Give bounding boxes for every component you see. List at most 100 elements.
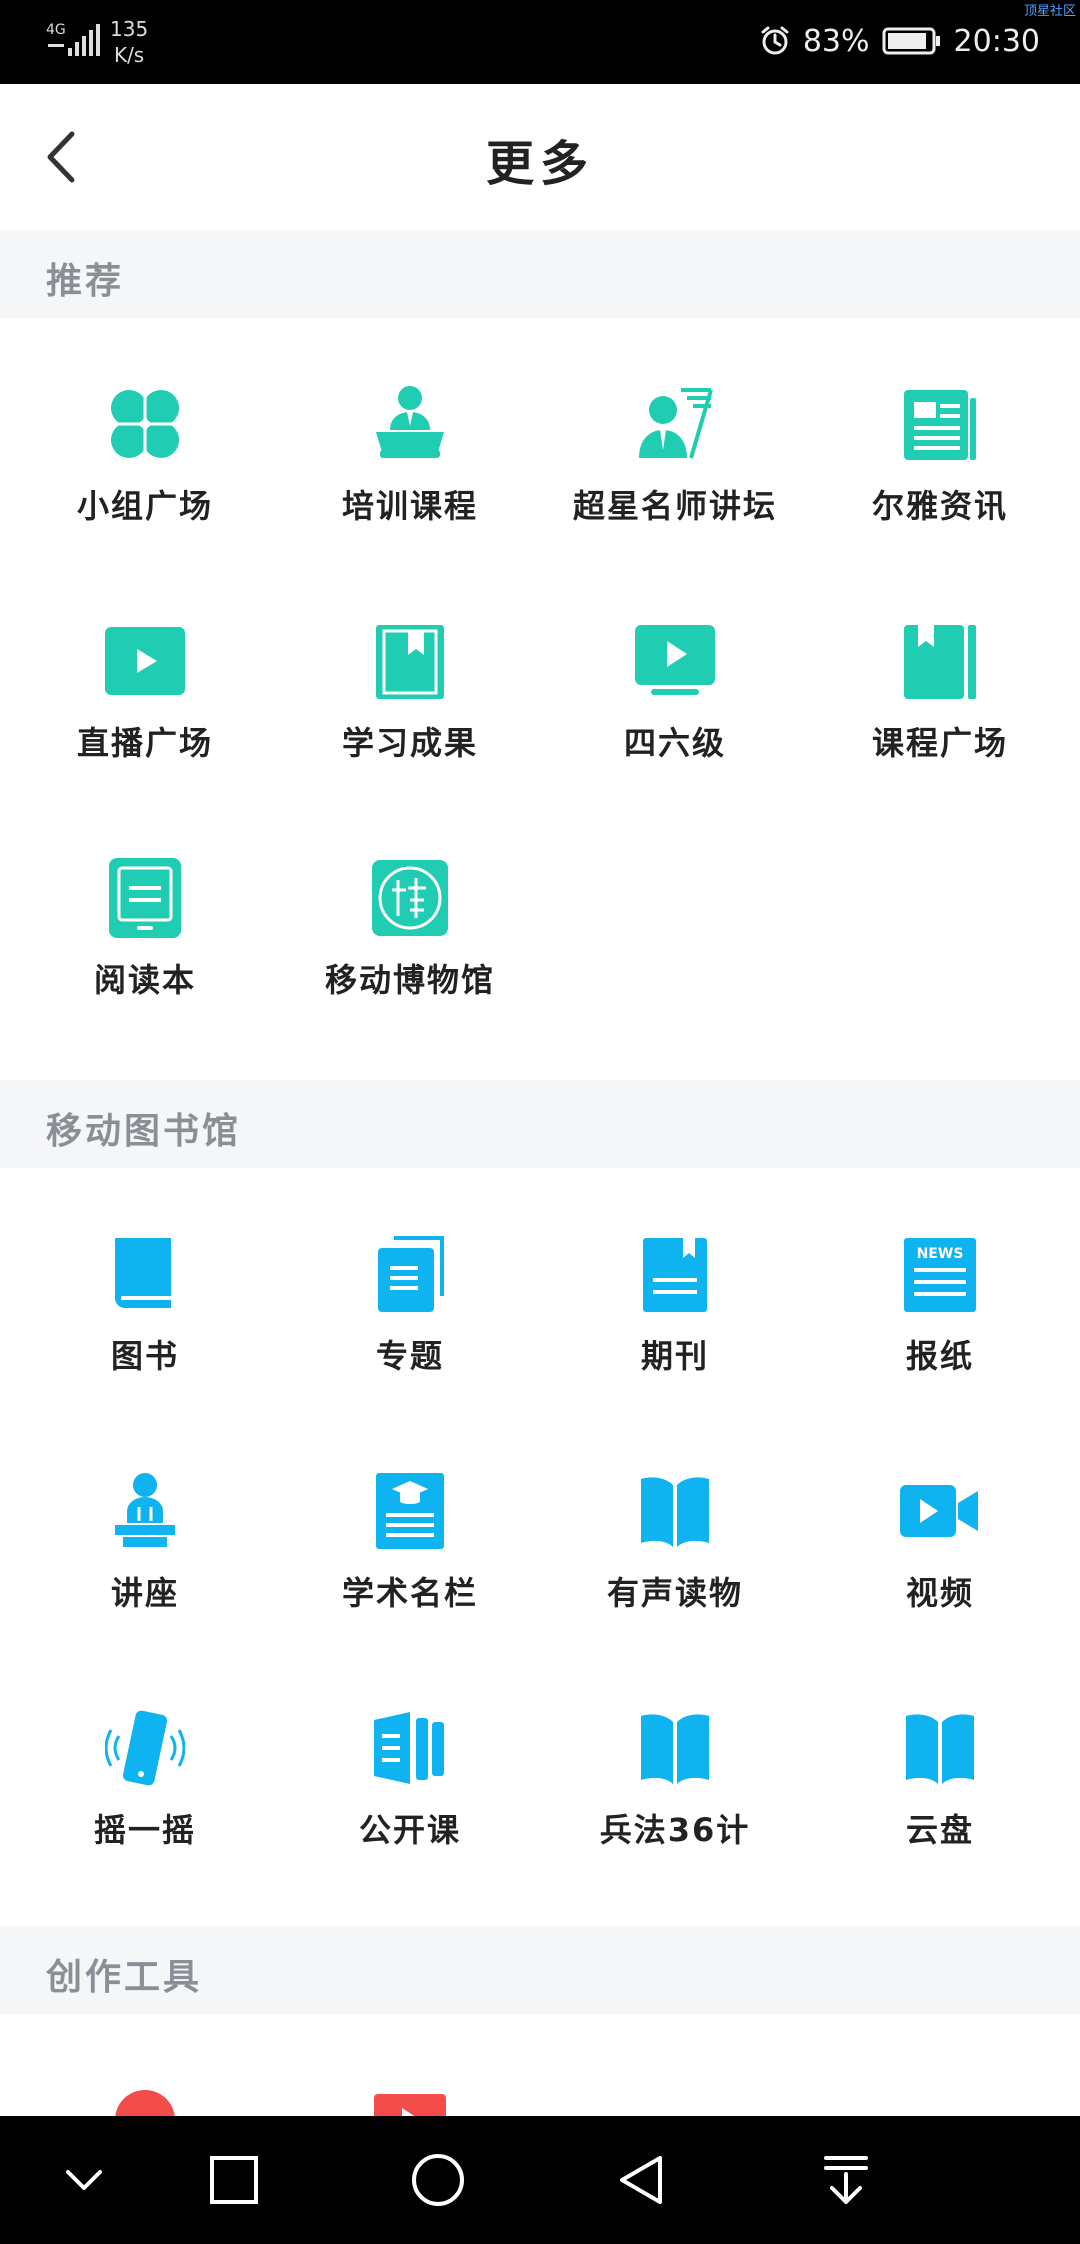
clock: 20:30 — [953, 23, 1040, 59]
battery-percent: 83% — [802, 23, 870, 59]
grid-item-label: 课程广场 — [871, 724, 1008, 762]
grid-item-label: 公开课 — [358, 1811, 461, 1849]
page-title: 更多 — [485, 136, 594, 192]
grid-item-label: 视频 — [905, 1574, 974, 1612]
academic-cap-doc-icon — [376, 1473, 444, 1549]
video-play-icon — [374, 2094, 446, 2116]
grid-item-label: 尔雅资讯 — [871, 487, 1008, 525]
section-title: 移动图书馆 — [46, 1111, 242, 1152]
home-circle-icon[interactable] — [408, 2150, 468, 2210]
speaker-podium-icon — [115, 1473, 175, 1547]
network-speed: 135 K/s — [110, 16, 148, 68]
grid-item-tool-2[interactable] — [275, 2032, 545, 2116]
alarm-icon — [761, 26, 789, 55]
grid-item-label: 图书 — [110, 1337, 179, 1375]
grid-item-journals[interactable]: 期刊 — [540, 1186, 810, 1423]
grid-item-label: 学习成果 — [341, 724, 478, 762]
grid-item-live-plaza[interactable]: 直播广场 — [10, 573, 280, 810]
grid-item-open-course[interactable]: 公开课 — [275, 1660, 545, 1897]
library-grid: 图书 专题 期刊 NEWS 报纸 讲座 学术名栏 有声读物 视频 摇一摇 公开课… — [0, 1168, 1080, 1928]
grid-item-famous-teacher-forum[interactable]: 超星名师讲坛 — [540, 336, 810, 573]
bookmark-book-icon — [376, 625, 444, 699]
battery-icon — [882, 27, 940, 55]
grid-item-cet[interactable]: 四六级 — [540, 573, 810, 810]
tools-grid — [0, 2014, 1080, 2116]
section-title: 创作工具 — [46, 1957, 203, 1998]
teacher-board-icon — [639, 388, 713, 459]
network-type: 4G — [46, 22, 66, 38]
grid-item-label: 讲座 — [110, 1574, 179, 1612]
clover-icon — [111, 390, 179, 458]
book-icon — [115, 1238, 171, 1308]
grid-item-shake[interactable]: 摇一摇 — [10, 1660, 280, 1897]
speed-unit: K/s — [113, 43, 145, 67]
museum-seal-icon — [372, 860, 448, 936]
status-bar: 4G 135 K/s 83% 20:30 顶星社区 — [0, 0, 1080, 84]
record-circle-icon — [115, 2090, 175, 2116]
monitor-play-icon — [635, 625, 715, 695]
grid-item-label: 云盘 — [905, 1811, 974, 1849]
grid-item-newspapers[interactable]: NEWS 报纸 — [805, 1186, 1075, 1423]
grid-item-topics[interactable]: 专题 — [275, 1186, 545, 1423]
grid-item-videos[interactable]: 视频 — [805, 1423, 1075, 1660]
svg-text:NEWS: NEWS — [917, 1246, 964, 1262]
section-title: 推荐 — [46, 261, 125, 302]
speed-value: 135 — [110, 17, 149, 41]
grid-item-label: 培训课程 — [341, 487, 478, 525]
back-triangle-icon[interactable] — [612, 2150, 672, 2210]
grid-item-label: 四六级 — [623, 724, 726, 762]
open-book-icon — [906, 1714, 974, 1784]
open-book-icon — [641, 1477, 709, 1547]
grid-item-label: 阅读本 — [93, 961, 196, 999]
grid-item-course-plaza[interactable]: 课程广场 — [805, 573, 1075, 810]
grid-item-cloud-disk[interactable]: 云盘 — [805, 1660, 1075, 1897]
system-navigation-bar — [0, 2116, 1080, 2244]
grid-item-label: 直播广场 — [76, 724, 213, 762]
signal-icon: 4G — [46, 22, 100, 56]
grid-item-label: 超星名师讲坛 — [572, 487, 777, 525]
play-rect-icon — [105, 627, 185, 695]
header: 更多 — [0, 84, 1080, 231]
grid-item-label: 兵法36计 — [599, 1811, 751, 1849]
shake-phone-icon — [105, 1710, 185, 1786]
lesson-bars-icon — [374, 1712, 444, 1784]
notification-pulldown-icon[interactable] — [816, 2150, 876, 2210]
section-header-mobile-library: 移动图书馆 — [0, 1080, 1080, 1168]
grid-item-mobile-museum[interactable]: 移动博物馆 — [275, 810, 545, 1047]
grid-item-label: 专题 — [375, 1337, 444, 1375]
grid-item-label: 报纸 — [905, 1337, 974, 1375]
tablet-icon — [109, 858, 181, 938]
book-bookmark-icon — [904, 625, 976, 699]
grid-item-learning-results[interactable]: 学习成果 — [275, 573, 545, 810]
grid-item-audiobooks[interactable]: 有声读物 — [540, 1423, 810, 1660]
recommend-grid: 小组广场 培训课程 超星名师讲坛 尔雅资讯 直播广场 学习成果 四六级 课程广场… — [0, 318, 1080, 1080]
grid-item-label: 有声读物 — [606, 1574, 743, 1612]
grid-item-label: 移动博物馆 — [324, 961, 495, 999]
grid-item-tool-1[interactable] — [10, 2032, 280, 2116]
grid-item-academic-columns[interactable]: 学术名栏 — [275, 1423, 545, 1660]
grid-item-label: 期刊 — [640, 1337, 709, 1375]
status-right: 83% 20:30 — [759, 18, 1040, 64]
journal-icon — [643, 1238, 707, 1312]
grid-item-training-course[interactable]: 培训课程 — [275, 336, 545, 573]
open-book-icon — [641, 1714, 709, 1784]
chevron-down-icon[interactable] — [54, 2150, 114, 2210]
grid-item-label: 小组广场 — [76, 487, 213, 525]
grid-item-label: 摇一摇 — [93, 1811, 196, 1849]
watermark: 顶星社区 — [1023, 4, 1076, 19]
grid-item-erya-news[interactable]: 尔雅资讯 — [805, 336, 1075, 573]
stacked-docs-icon — [378, 1236, 444, 1312]
news-icon: NEWS — [904, 1238, 976, 1312]
section-header-recommend: 推荐 — [0, 230, 1080, 318]
grid-item-group-plaza[interactable]: 小组广场 — [10, 336, 280, 573]
grid-item-label: 学术名栏 — [341, 1574, 478, 1612]
video-camera-icon — [900, 1485, 978, 1537]
section-header-creation-tools: 创作工具 — [0, 1926, 1080, 2014]
grid-item-lectures[interactable]: 讲座 — [10, 1423, 280, 1660]
recent-apps-square-icon[interactable] — [204, 2150, 264, 2210]
lecturer-podium-icon — [376, 386, 444, 458]
grid-item-books[interactable]: 图书 — [10, 1186, 280, 1423]
grid-item-art-of-war[interactable]: 兵法36计 — [540, 1660, 810, 1897]
grid-item-reading-notebook[interactable]: 阅读本 — [10, 810, 280, 1047]
newspaper-icon — [904, 390, 976, 460]
